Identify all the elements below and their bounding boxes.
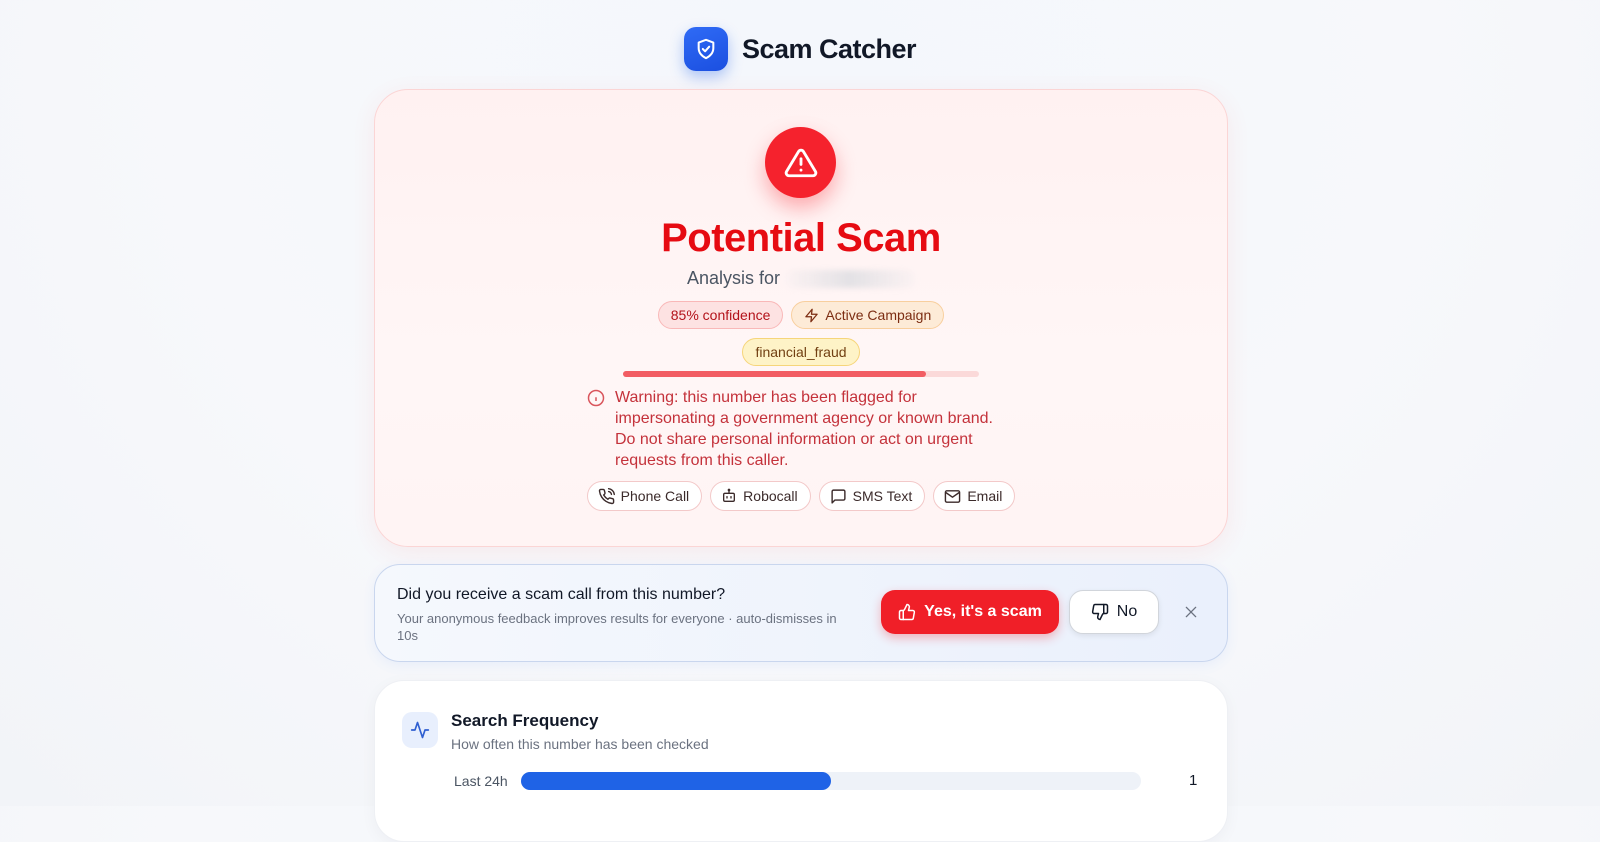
channel-label: Robocall	[743, 488, 798, 504]
frequency-bar-fill	[521, 772, 831, 790]
result-card: Potential Scam Analysis for 85% confiden…	[374, 89, 1228, 547]
confidence-bar-fill	[623, 371, 926, 377]
analysis-prefix: Analysis for	[686, 268, 781, 288]
close-icon[interactable]	[1177, 598, 1205, 626]
frequency-title: Search Frequency	[451, 711, 599, 730]
lightning-icon	[805, 308, 819, 322]
app-title: Scam Catcher	[741, 33, 917, 64]
channel-chip-sms-text: SMS Text	[818, 481, 926, 511]
thumbs-down-icon	[1091, 603, 1109, 621]
frequency-subtitle: How often this number has been checked	[451, 736, 709, 752]
redacted-number	[785, 270, 916, 289]
channel-label: Phone Call	[620, 488, 690, 504]
active-campaign-label: Active Campaign	[825, 307, 932, 323]
app-header: Scam Catcher	[0, 27, 1600, 71]
active-campaign-badge: Active Campaign	[791, 301, 945, 329]
search-frequency-card: Search Frequency How often this number h…	[374, 680, 1228, 842]
warning-message: Warning: this number has been flagged fo…	[587, 387, 1017, 471]
warning-triangle-icon	[765, 127, 836, 198]
channel-chip-phone-call: Phone Call	[586, 481, 703, 511]
shield-check-icon	[683, 27, 728, 71]
verdict-title: Potential Scam	[661, 216, 941, 260]
no-button[interactable]: No	[1069, 590, 1159, 634]
yes-scam-button[interactable]: Yes, it's a scam	[881, 590, 1059, 634]
category-row: financial_fraud	[375, 338, 1227, 366]
phone-call-icon	[598, 487, 615, 504]
thumbs-up-icon	[898, 603, 916, 621]
channel-chip-email: Email	[933, 481, 1016, 511]
message-icon	[831, 488, 846, 504]
category-badge: financial_fraud	[742, 338, 860, 366]
warning-text: Warning: this number has been flagged fo…	[615, 389, 993, 469]
no-label: No	[1116, 603, 1138, 620]
activity-icon	[402, 712, 438, 748]
confidence-badge: 85% confidence	[657, 301, 784, 329]
channel-label: SMS Text	[852, 488, 913, 504]
confidence-bar	[623, 371, 979, 377]
feedback-card: Did you receive a scam call from this nu…	[374, 564, 1228, 662]
frequency-row-label: Last 24h	[454, 773, 508, 789]
frequency-bar	[521, 772, 1141, 790]
feedback-subtext: Your anonymous feedback improves results…	[397, 611, 837, 643]
bot-icon	[723, 488, 736, 502]
feedback-question: Did you receive a scam call from this nu…	[397, 586, 726, 603]
channel-chip-robocall: Robocall	[710, 481, 811, 511]
analysis-line: Analysis for	[375, 268, 1227, 289]
info-icon	[587, 389, 605, 407]
confidence-badge-label: 85% confidence	[670, 307, 771, 323]
category-label: financial_fraud	[755, 344, 847, 360]
frequency-count: 1	[1189, 772, 1198, 789]
mail-icon	[945, 489, 961, 503]
badge-row: 85% confidence Active Campaign	[375, 301, 1227, 329]
channel-label: Email	[967, 488, 1003, 504]
channel-chips: Phone Call Robocall SMS Text Email	[375, 481, 1227, 511]
yes-scam-label: Yes, it's a scam	[924, 603, 1042, 620]
